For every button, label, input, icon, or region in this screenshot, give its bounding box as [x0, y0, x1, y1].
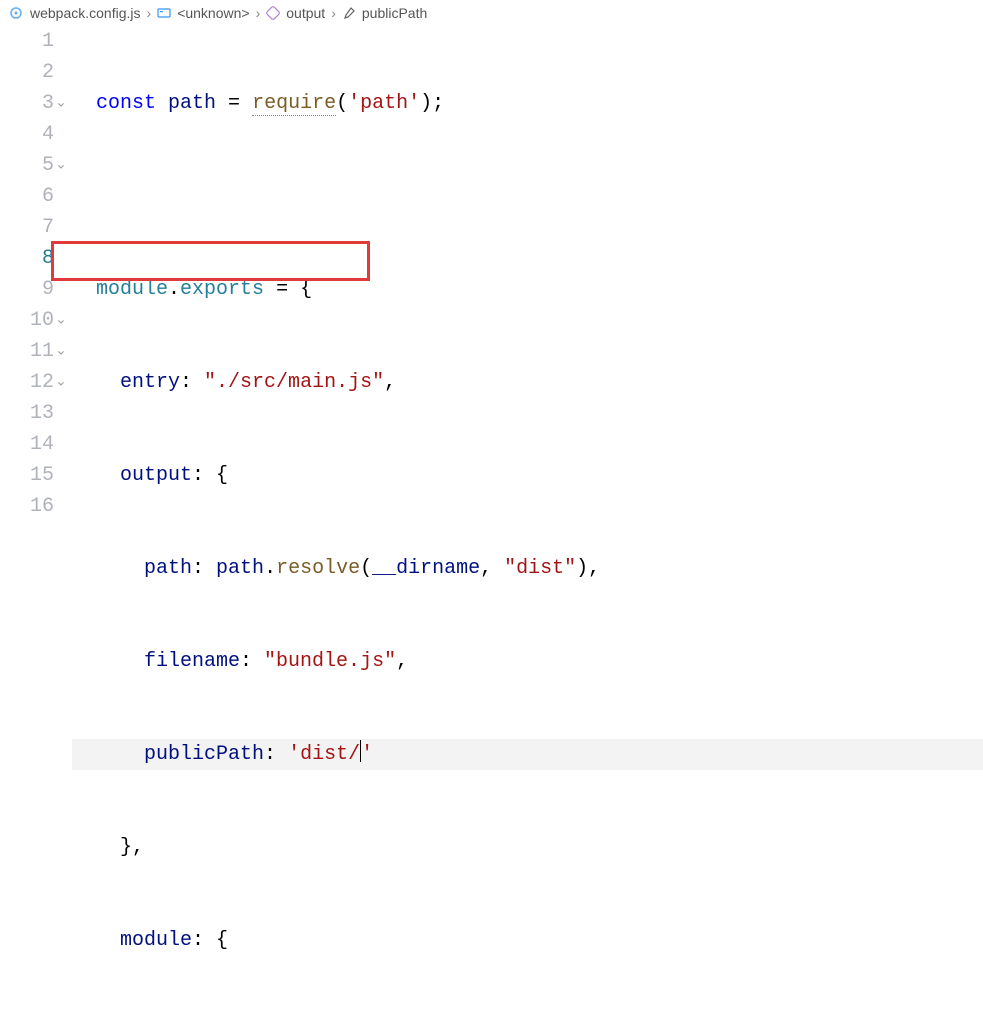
code-line[interactable]: module.exports = {	[72, 274, 983, 305]
line-number: 1	[0, 26, 54, 57]
code-line[interactable]: const path = require('path');	[72, 88, 983, 119]
code-line[interactable]: output: {	[72, 460, 983, 491]
line-number: 9	[0, 274, 54, 305]
line-number: 5⌄	[0, 150, 54, 181]
line-number: 3⌄	[0, 88, 54, 119]
line-number: 4	[0, 119, 54, 150]
code-line[interactable]: filename: "bundle.js",	[72, 646, 983, 677]
line-number: 2	[0, 57, 54, 88]
code-line[interactable]: publicPath: 'dist/'	[72, 739, 983, 770]
fold-icon[interactable]: ⌄	[54, 305, 68, 336]
line-number-gutter: 1 2 3⌄ 4 5⌄ 6 7 8 9 10⌄ 11⌄ 12⌄ 13 14 15…	[0, 26, 72, 1018]
fold-icon[interactable]: ⌄	[54, 336, 68, 367]
fold-icon[interactable]: ⌄	[54, 367, 68, 398]
code-line[interactable]: entry: "./src/main.js",	[72, 367, 983, 398]
breadcrumb-file[interactable]: webpack.config.js	[30, 5, 141, 21]
breadcrumb-output[interactable]: output	[286, 5, 325, 21]
line-number: 13	[0, 398, 54, 429]
line-number: 12⌄	[0, 367, 54, 398]
code-line[interactable]: module: {	[72, 925, 983, 956]
code-editor[interactable]: 1 2 3⌄ 4 5⌄ 6 7 8 9 10⌄ 11⌄ 12⌄ 13 14 15…	[0, 26, 983, 1018]
line-number: 15	[0, 460, 54, 491]
symbol-method-icon	[266, 6, 280, 20]
code-area[interactable]: const path = require('path'); module.exp…	[72, 26, 983, 1018]
fold-icon[interactable]: ⌄	[54, 88, 68, 119]
line-number: 11⌄	[0, 336, 54, 367]
line-number: 14	[0, 429, 54, 460]
symbol-module-icon	[157, 6, 171, 20]
code-line[interactable]: },	[72, 832, 983, 863]
line-number: 8	[0, 243, 54, 274]
chevron-right-icon: ›	[256, 5, 261, 21]
code-line[interactable]	[72, 181, 983, 212]
fold-icon[interactable]: ⌄	[54, 150, 68, 181]
chevron-right-icon: ›	[331, 5, 336, 21]
breadcrumb-unknown[interactable]: <unknown>	[177, 5, 249, 21]
line-number: 7	[0, 212, 54, 243]
breadcrumb-publicpath[interactable]: publicPath	[362, 5, 427, 21]
line-number: 16	[0, 491, 54, 522]
code-line[interactable]: path: path.resolve(__dirname, "dist"),	[72, 553, 983, 584]
chevron-right-icon: ›	[147, 5, 152, 21]
file-icon	[8, 5, 24, 21]
line-number: 10⌄	[0, 305, 54, 336]
line-number: 6	[0, 181, 54, 212]
symbol-property-icon	[342, 6, 356, 20]
breadcrumb[interactable]: webpack.config.js › <unknown> › output ›…	[0, 0, 983, 26]
